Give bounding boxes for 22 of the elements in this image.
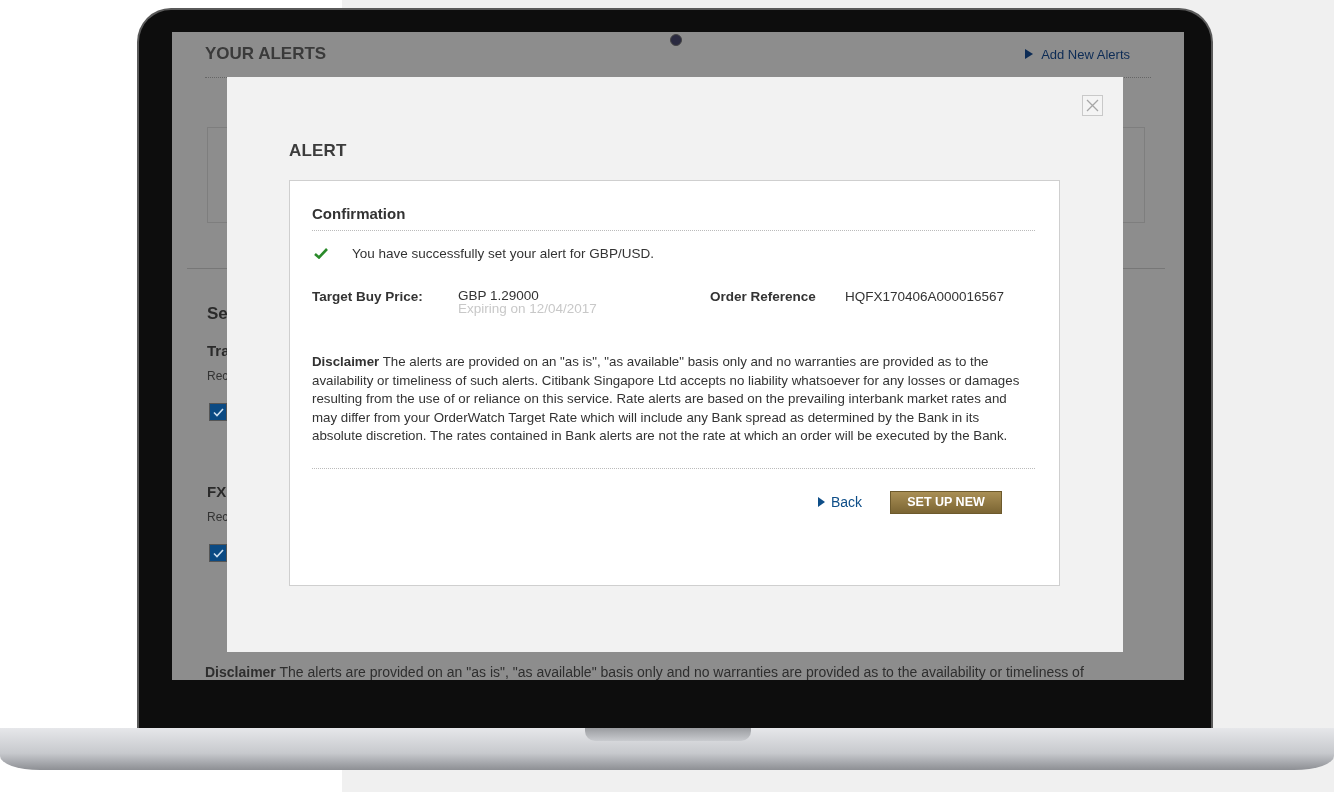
section-heading: Se [207, 304, 228, 324]
section-title: Confirmation [312, 205, 1035, 231]
add-alerts-link[interactable]: Add New Alerts [1025, 46, 1130, 62]
checkbox[interactable] [209, 544, 227, 562]
group-note: Rec [207, 510, 229, 524]
success-message: You have successfully set your alert for GBP/USD. [352, 246, 654, 261]
target-price-value: GBP 1.29000 [458, 289, 540, 302]
checkbox[interactable] [209, 403, 227, 421]
disclaimer-text: Disclaimer The alerts are provided on an "as is", "as available" basis only and no warranties are provided as to the availability or timeliness of [205, 664, 1084, 680]
group-note: Rec [207, 369, 229, 383]
order-reference-label: Order Reference [710, 289, 817, 306]
set-up-new-button[interactable]: SET UP NEW [890, 490, 1002, 514]
check-icon [212, 548, 224, 558]
order-reference-value: HQFX170406A000016567 [845, 289, 1005, 306]
modal-title: ALERT [289, 141, 348, 161]
check-icon [314, 248, 328, 259]
group-heading: FX [207, 483, 227, 500]
back-link[interactable]: Back [817, 494, 862, 511]
page-title: YOUR ALERTS [205, 44, 327, 64]
target-price-label: Target Buy Price: [312, 289, 424, 306]
check-icon [212, 407, 224, 417]
disclaimer-text: Disclaimer The alerts are provided on an "as is", "as available" basis only and no warranties are provided as to the availability or timeliness of such alerts. Citibank Singapore Ltd accepts no liability whatsoever for any losses or damages resulting from the use of or reliance on this service. Rate alerts are based on the prevailing interbank market rates and may differ from your OrderWatch Target Rate which will include any Bank spread as determined by the Bank in its absolute discretion. The rates contained in Bank alerts are not the rate at which an order will be executed by the Bank. [312, 353, 1021, 446]
